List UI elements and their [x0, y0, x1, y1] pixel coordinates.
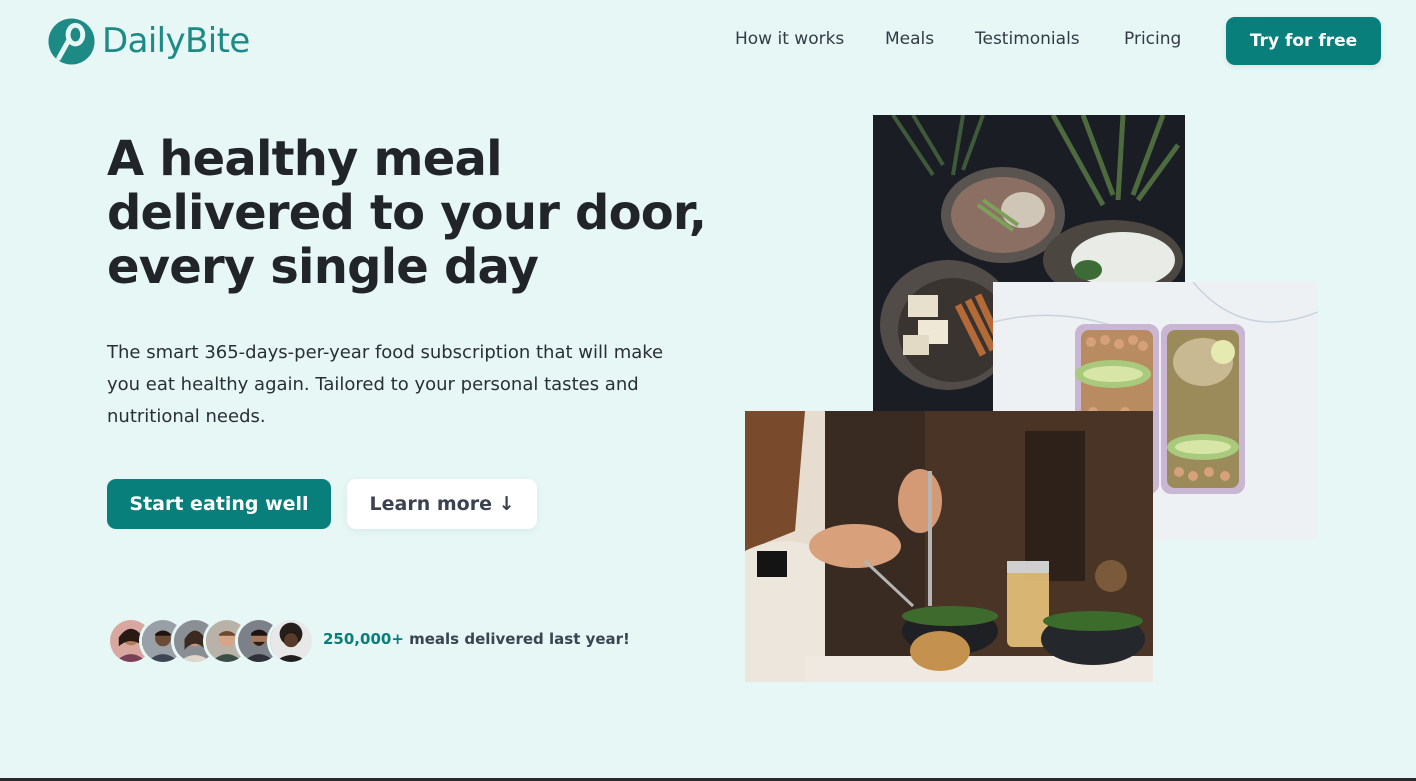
meals-delivered-count: 250,000+	[323, 630, 404, 648]
hero-description: The smart 365-days-per-year food subscri…	[107, 342, 664, 427]
learn-more-button[interactable]: Learn more ↓	[347, 479, 537, 529]
customer-avatar	[267, 617, 315, 665]
meals-delivered-text: 250,000+ meals delivered last year!	[323, 630, 630, 648]
site-header: DailyBite How it works Meals Testimonial…	[0, 0, 1416, 82]
meals-delivered-label: meals delivered last year!	[403, 630, 630, 648]
nav-link-testimonials[interactable]: Testimonials	[975, 29, 1080, 49]
person-eating-photo	[745, 411, 1153, 682]
nav-link-pricing[interactable]: Pricing	[1124, 29, 1181, 49]
try-for-free-button[interactable]: Try for free	[1226, 17, 1381, 65]
nav-link-meals[interactable]: Meals	[885, 29, 934, 49]
customer-avatars	[107, 617, 317, 665]
start-eating-well-button[interactable]: Start eating well	[107, 479, 331, 529]
logo-icon	[48, 17, 95, 65]
hero-title: A healthy meal delivered to your door, e…	[107, 131, 707, 295]
brand-name: DailyBite	[102, 21, 250, 61]
logo[interactable]: DailyBite	[47, 17, 250, 65]
nav-link-how-it-works[interactable]: How it works	[735, 29, 844, 49]
